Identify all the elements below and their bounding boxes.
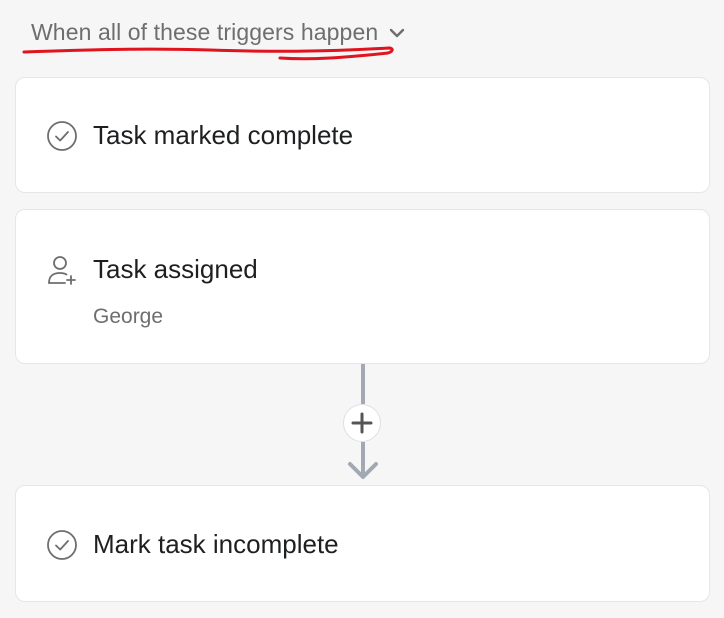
plus-icon: [351, 412, 373, 434]
add-step-button[interactable]: [343, 404, 381, 442]
trigger-title: Task assigned: [93, 254, 258, 284]
red-underline-annotation: [22, 46, 394, 61]
trigger-card-task-assigned[interactable]: Task assigned George: [15, 209, 710, 364]
person-add-icon: [48, 256, 76, 285]
trigger-title: Task marked complete: [93, 120, 354, 150]
check-circle-icon: [47, 530, 77, 560]
check-circle-icon: [47, 121, 77, 151]
trigger-card-task-marked-complete[interactable]: Task marked complete: [15, 77, 710, 193]
action-title: Mark task incomplete: [93, 529, 339, 559]
action-card-mark-task-incomplete[interactable]: Mark task incomplete: [15, 485, 710, 602]
trigger-subtitle-assignee: George: [93, 305, 164, 328]
